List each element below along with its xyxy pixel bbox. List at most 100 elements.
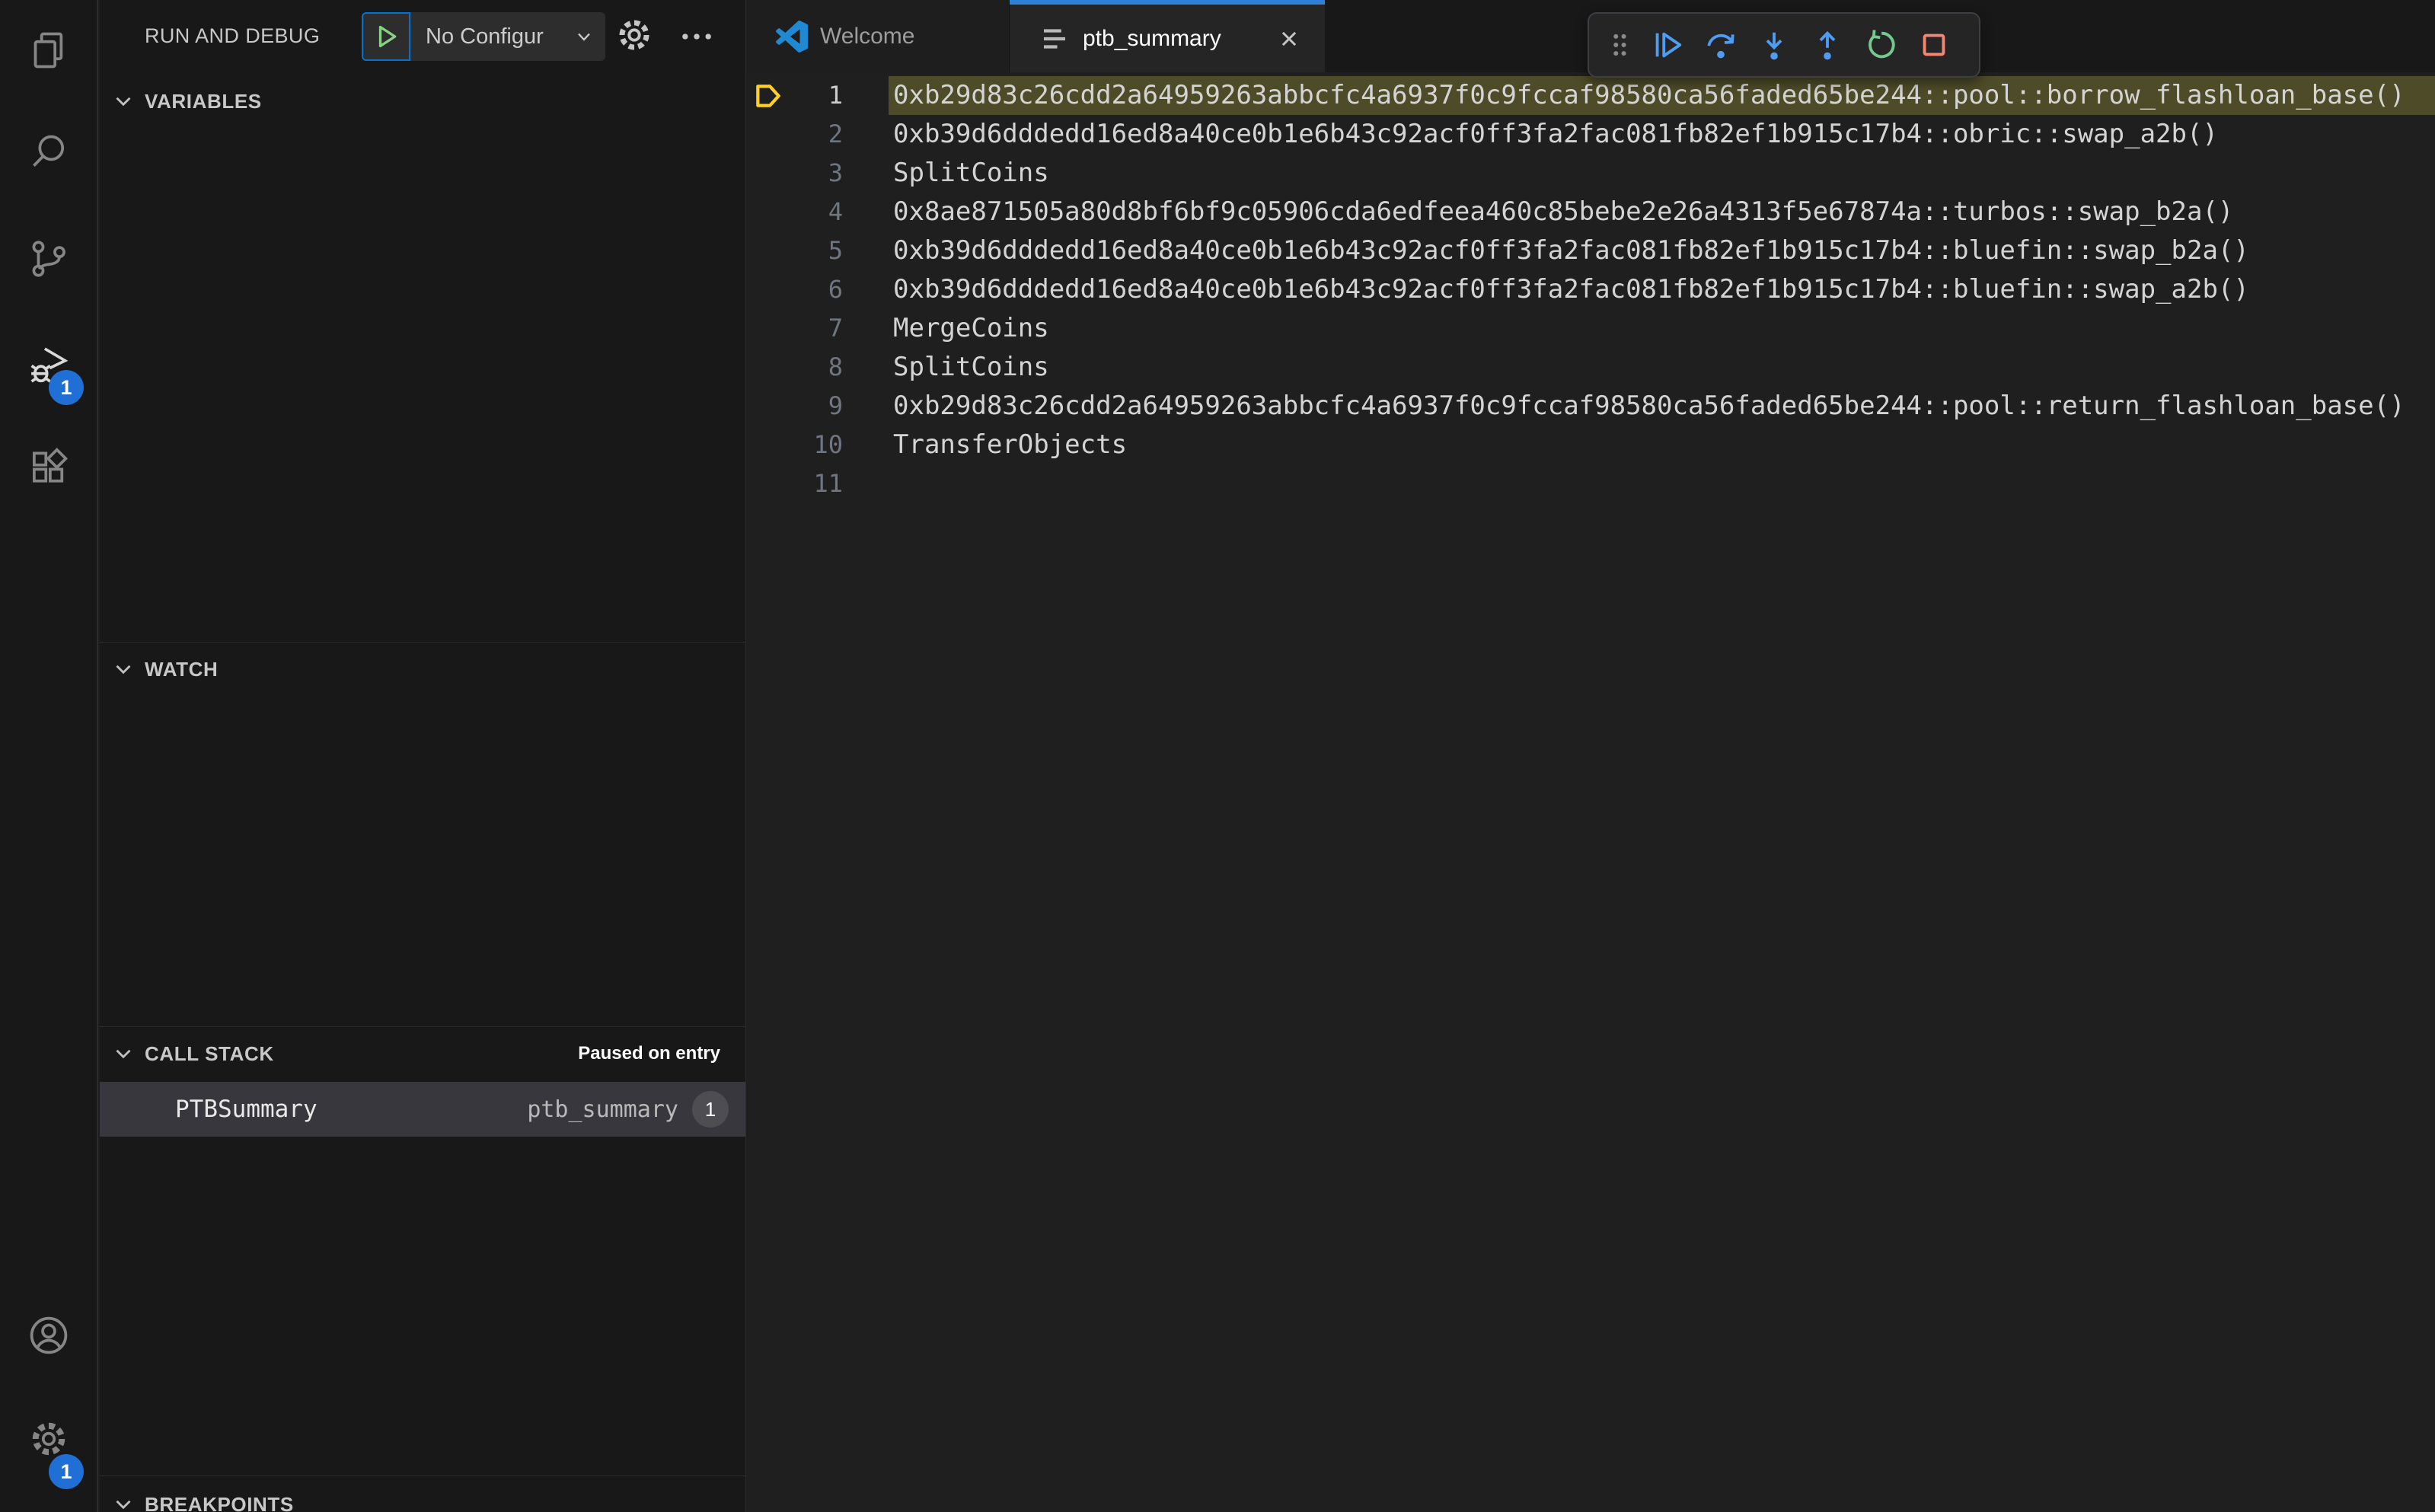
chevron-down-icon — [110, 1491, 136, 1512]
chevron-down-icon — [110, 1041, 136, 1067]
line-text: 0xb39d6dddedd16ed8a40ce0b1e6b43c92acf0ff… — [893, 274, 2249, 305]
frame-file: ptb_summary — [527, 1096, 678, 1123]
debug-badge: 1 — [49, 370, 84, 405]
breakpoints-section-header[interactable]: BREAKPOINTS — [100, 1482, 745, 1512]
code-line[interactable]: 1 0xb29d83c26cdd2a64959263abbcfc4a6937f0c… — [747, 76, 2435, 115]
line-text: TransferObjects — [893, 429, 1128, 460]
chevron-down-icon — [110, 88, 136, 114]
step-into-button[interactable] — [1750, 21, 1798, 69]
code-editor[interactable]: 1 0xb29d83c26cdd2a64959263abbcfc4a6937f0c… — [747, 72, 2435, 1512]
breakpoints-section-label: BREAKPOINTS — [145, 1492, 294, 1512]
watch-section: WATCH — [100, 642, 745, 691]
code-lines: 1 0xb29d83c26cdd2a64959263abbcfc4a6937f0c… — [747, 76, 2435, 503]
variables-section-label: VARIABLES — [145, 89, 262, 113]
code-line[interactable]: 3 SplitCoins — [747, 154, 2435, 193]
chevron-down-icon — [578, 33, 590, 41]
line-number[interactable]: 7 — [747, 309, 843, 348]
gear-icon — [619, 20, 649, 50]
restart-button[interactable] — [1857, 21, 1904, 69]
line-number[interactable]: 4 — [747, 193, 843, 231]
step-into-icon — [1766, 32, 1782, 60]
call-stack-section: CALL STACK Paused on entry PTBSummary ptb… — [100, 1026, 745, 1137]
line-text: 0xb29d83c26cdd2a64959263abbcfc4a6937f0c9… — [893, 80, 2405, 110]
step-out-button[interactable] — [1804, 21, 1851, 69]
step-over-icon — [1707, 33, 1734, 59]
line-text: SplitCoins — [893, 158, 1049, 188]
run-config-label: No Configur — [426, 24, 544, 49]
ellipsis-icon — [682, 33, 711, 40]
activity-item-extensions[interactable] — [0, 431, 97, 504]
line-number[interactable]: 10 — [747, 426, 843, 464]
account-icon — [30, 1316, 67, 1354]
drag-handle-icon[interactable] — [1601, 24, 1638, 66]
code-line[interactable]: 9 0xb29d83c26cdd2a64959263abbcfc4a6937f0c… — [747, 387, 2435, 426]
settings-badge: 1 — [49, 1454, 84, 1489]
code-line[interactable]: 6 0xb39d6dddedd16ed8a40ce0b1e6b43c92acf0f… — [747, 270, 2435, 309]
source-control-icon — [32, 241, 65, 277]
activity-item-source-control[interactable] — [0, 222, 97, 295]
tab-welcome[interactable]: Welcome — [747, 0, 1010, 72]
tab-label: Welcome — [820, 23, 915, 49]
run-and-debug-sidebar: RUN AND DEBUG No Configur VARIABLES WATC… — [100, 0, 746, 1512]
frame-name: PTBSummary — [175, 1096, 318, 1123]
line-number[interactable]: 3 — [747, 154, 843, 193]
line-number[interactable]: 8 — [747, 348, 843, 387]
code-line[interactable]: 5 0xb39d6dddedd16ed8a40ce0b1e6b43c92acf0f… — [747, 231, 2435, 270]
stop-button[interactable] — [1910, 21, 1958, 69]
tab-ptb-summary[interactable]: ptb_summary — [1010, 0, 1325, 72]
debug-settings-button[interactable] — [614, 15, 657, 58]
step-out-icon — [1819, 30, 1836, 60]
continue-icon — [1655, 32, 1682, 58]
code-line[interactable]: 8 SplitCoins — [747, 348, 2435, 387]
stop-icon — [1923, 33, 1945, 56]
call-stack-section-header[interactable]: CALL STACK Paused on entry — [100, 1032, 745, 1076]
line-text: 0xb29d83c26cdd2a64959263abbcfc4a6937f0c9… — [893, 391, 2405, 421]
line-number[interactable]: 2 — [747, 115, 843, 154]
extensions-icon — [32, 448, 68, 483]
breakpoints-section: BREAKPOINTS — [100, 1475, 745, 1512]
line-text: 0xb39d6dddedd16ed8a40ce0b1e6b43c92acf0ff… — [893, 119, 2218, 149]
vscode-logo-icon — [776, 20, 808, 53]
line-text: MergeCoins — [893, 313, 1049, 343]
run-config-combo: No Configur — [362, 12, 605, 61]
run-config-dropdown[interactable]: No Configur — [410, 12, 605, 61]
line-number[interactable]: 1 — [747, 76, 843, 115]
code-line[interactable]: 2 0xb39d6dddedd16ed8a40ce0b1e6b43c92acf0f… — [747, 115, 2435, 154]
tab-label: ptb_summary — [1083, 25, 1221, 51]
line-text: 0x8ae871505a80d8bf6bf9c05906cda6edfeea46… — [893, 196, 2234, 227]
debug-toolbar — [1588, 12, 1980, 78]
chevron-down-icon — [110, 656, 136, 682]
sidebar-title: RUN AND DEBUG — [145, 24, 321, 47]
line-number[interactable]: 9 — [747, 387, 843, 426]
call-stack-section-label: CALL STACK — [145, 1041, 274, 1065]
line-text: 0xb39d6dddedd16ed8a40ce0b1e6b43c92acf0ff… — [893, 235, 2249, 266]
watch-section-label: WATCH — [145, 657, 219, 681]
close-icon[interactable] — [1275, 24, 1304, 53]
restart-icon — [1869, 30, 1895, 59]
step-over-button[interactable] — [1697, 21, 1744, 69]
line-number[interactable]: 11 — [747, 464, 843, 503]
activity-item-explorer[interactable] — [0, 14, 97, 87]
call-stack-frame-row[interactable]: PTBSummary ptb_summary 1 — [100, 1082, 745, 1137]
variables-section: VARIABLES — [100, 79, 745, 123]
activity-item-accounts[interactable] — [0, 1299, 97, 1372]
start-debugging-button[interactable] — [362, 12, 410, 61]
line-number[interactable]: 6 — [747, 270, 843, 309]
code-line[interactable]: 7 MergeCoins — [747, 309, 2435, 348]
line-text: SplitCoins — [893, 352, 1049, 382]
variables-section-header[interactable]: VARIABLES — [100, 79, 745, 123]
line-number[interactable]: 5 — [747, 231, 843, 270]
editor-group: Welcome ptb_summary 1 0xb29d83c26cdd2a64… — [747, 0, 2435, 1512]
watch-section-header[interactable]: WATCH — [100, 647, 745, 691]
views-more-actions-button[interactable] — [672, 15, 721, 58]
continue-button[interactable] — [1644, 21, 1691, 69]
activity-item-search[interactable] — [0, 116, 97, 189]
code-line[interactable]: 10 TransferObjects — [747, 426, 2435, 464]
call-stack-frames: PTBSummary ptb_summary 1 — [100, 1082, 745, 1137]
activity-bar: 1 1 — [0, 0, 98, 1512]
call-stack-status: Paused on entry — [578, 1043, 720, 1064]
frame-badge: 1 — [692, 1091, 729, 1128]
code-line[interactable]: 4 0x8ae871505a80d8bf6bf9c05906cda6edfeea4… — [747, 193, 2435, 231]
vscode-window: 1 1 RUN AND DEBUG No Configur VARIABLES … — [0, 0, 2435, 1512]
code-line[interactable]: 11 — [747, 464, 2435, 503]
